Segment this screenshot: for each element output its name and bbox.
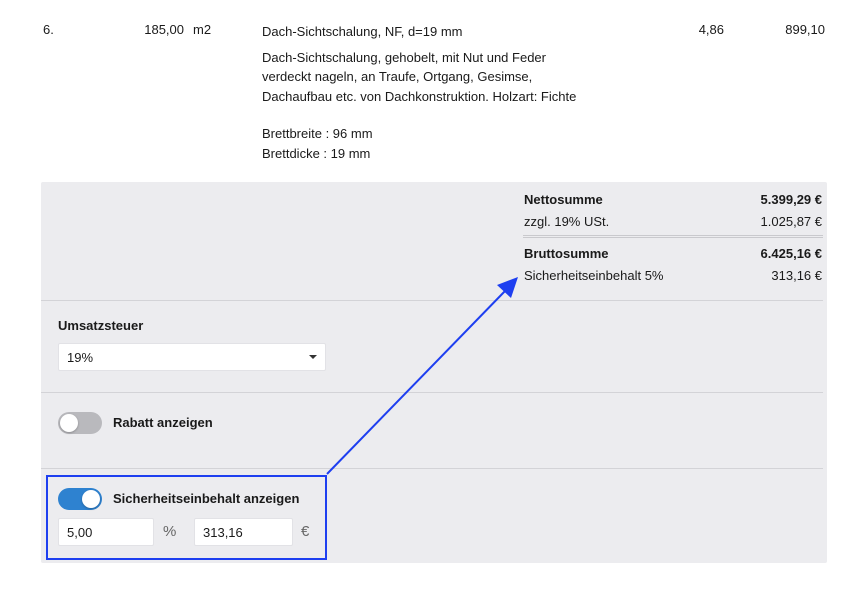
position-unit: m2 bbox=[193, 22, 212, 37]
description-line: verdeckt nageln, an Traufe, Ortgang, Ges… bbox=[262, 69, 533, 84]
description-line: Dachaufbau etc. von Dachkonstruktion. Ho… bbox=[262, 88, 577, 104]
position-quantity: 185,00 bbox=[144, 22, 184, 37]
discount-toggle[interactable] bbox=[58, 412, 102, 434]
section-divider bbox=[41, 468, 823, 469]
position-description: Dach-Sichtschalung, NF, d=19 mm Dach-Sic… bbox=[262, 22, 662, 163]
description-line: Dach-Sichtschalung, gehobelt, mit Nut un… bbox=[262, 49, 546, 65]
vat-section-label: Umsatzsteuer bbox=[58, 318, 144, 333]
retention-row: Sicherheitseinbehalt 5% 313,16 € bbox=[523, 264, 823, 286]
toggle-knob bbox=[60, 414, 78, 432]
position-long-text: Dach-Sichtschalung, gehobelt, mit Nut un… bbox=[262, 48, 662, 107]
retention-value: 313,16 € bbox=[771, 267, 822, 283]
vat-label: zzgl. 19% USt. bbox=[524, 213, 610, 229]
position-row: 6. 185,00 m2 Dach-Sichtschalung, NF, d=1… bbox=[0, 22, 868, 172]
vat-rate-select[interactable]: 19% bbox=[58, 343, 326, 371]
spec-line: Brettdicke : 19 mm bbox=[262, 145, 371, 161]
position-specs: Brettbreite : 96 mm Brettdicke : 19 mm bbox=[262, 124, 662, 163]
net-total-value: 5.399,29 € bbox=[760, 191, 822, 207]
position-total-price: 899,10 bbox=[785, 22, 825, 37]
vat-row: zzgl. 19% USt. 1.025,87 € bbox=[523, 210, 823, 232]
totals-table: Nettosumme 5.399,29 € zzgl. 19% USt. 1.0… bbox=[523, 188, 823, 286]
position-title: Dach-Sichtschalung, NF, d=19 mm bbox=[262, 24, 463, 39]
discount-toggle-label: Rabatt anzeigen bbox=[113, 415, 213, 430]
chevron-down-icon bbox=[309, 355, 317, 359]
section-divider bbox=[41, 300, 823, 301]
position-unit-price: 4,86 bbox=[698, 22, 724, 37]
net-total-row: Nettosumme 5.399,29 € bbox=[523, 188, 823, 210]
vat-rate-selected: 19% bbox=[67, 349, 94, 365]
net-total-label: Nettosumme bbox=[524, 191, 603, 207]
position-number: 6. bbox=[43, 22, 54, 37]
vat-value: 1.025,87 € bbox=[760, 213, 822, 229]
retention-label: Sicherheitseinbehalt 5% bbox=[524, 267, 664, 283]
gross-total-row: Bruttosumme 6.425,16 € bbox=[523, 242, 823, 264]
gross-total-value: 6.425,16 € bbox=[760, 245, 822, 261]
annotation-highlight-box bbox=[46, 475, 327, 560]
spec-line: Brettbreite : 96 mm bbox=[262, 126, 373, 141]
totals-divider bbox=[523, 235, 823, 238]
section-divider bbox=[41, 392, 823, 393]
gross-total-label: Bruttosumme bbox=[524, 245, 609, 261]
